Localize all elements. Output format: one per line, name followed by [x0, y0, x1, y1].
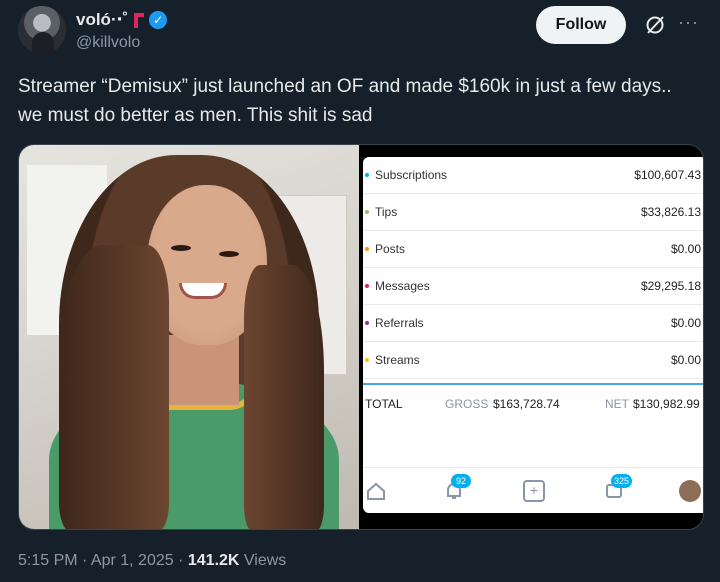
earnings-row: Tips $33,826.13 — [363, 194, 703, 231]
net-value: $130,982.99 — [633, 397, 700, 411]
tweet-media[interactable]: Subscriptions $100,607.43 Tips $33,826.13 Po… — [18, 144, 704, 530]
earnings-row-label: Tips — [375, 205, 398, 219]
tweet-text: Streamer “Demisux” just launched an OF a… — [18, 76, 672, 126]
earnings-row-label: Messages — [375, 279, 430, 293]
total-label: TOTAL — [365, 397, 403, 411]
earnings-total-row: TOTAL GROSS $163,728.74 NET $130,982.99 — [363, 383, 703, 423]
gross-label: GROSS — [445, 397, 489, 411]
earnings-row-label: Subscriptions — [375, 168, 448, 182]
tweet-meta: 5:15 PM · Apr 1, 2025 · 141.2K Views — [18, 552, 286, 570]
tweet-header: voló·‧˚ ✓ @killvolo Follow ··· — [18, 6, 708, 58]
earnings-row: Referrals $0.00 — [363, 305, 703, 342]
flag-icon — [134, 12, 145, 28]
net-label: NET — [605, 397, 629, 411]
earnings-bullet-icon — [365, 284, 369, 288]
earnings-row-amount: $0.00 — [670, 316, 701, 330]
earnings-bullet-icon — [365, 173, 369, 177]
author-display-name[interactable]: voló·‧˚ — [76, 10, 128, 30]
views-count: 141.2K — [187, 552, 240, 569]
earnings-row-label: Referrals — [375, 316, 424, 330]
earnings-row-label: Posts — [375, 242, 406, 256]
photo-neck — [169, 335, 239, 405]
earnings-screenshot[interactable]: Subscriptions $100,607.43 Tips $33,826.13 Po… — [363, 157, 703, 513]
verified-badge-icon: ✓ — [149, 11, 168, 29]
profile-avatar — [679, 480, 701, 502]
earnings-row: Streams $0.00 — [363, 342, 703, 379]
earnings-bullet-icon — [365, 247, 369, 251]
earnings-row: Subscriptions $100,607.43 — [363, 157, 703, 194]
earnings-row-amount: $0.00 — [670, 242, 701, 256]
photo-hair-front-left — [59, 245, 169, 529]
author-name-row: voló·‧˚ ✓ — [76, 9, 168, 31]
earnings-bullet-icon — [365, 358, 369, 362]
earnings-row: Messages $29,295.18 — [363, 268, 703, 305]
photo-hair-front-right — [244, 265, 324, 529]
add-post-icon: + — [523, 480, 545, 502]
messages-icon: 325 — [603, 474, 633, 502]
earnings-row-amount: $0.00 — [670, 353, 701, 367]
streamer-photo[interactable] — [19, 145, 359, 529]
author-handle[interactable]: @killvolo — [76, 34, 140, 52]
app-tab-bar: 92 + 325 — [363, 467, 703, 513]
earnings-row: Posts $0.00 — [363, 231, 703, 268]
home-icon — [367, 482, 385, 500]
views-label: Views — [239, 552, 287, 569]
notifications-icon: 92 — [443, 474, 471, 502]
gross-value: $163,728.74 — [493, 397, 560, 411]
earnings-bullet-icon — [365, 210, 369, 214]
earnings-row-amount: $29,295.18 — [640, 279, 701, 293]
author-avatar[interactable] — [18, 6, 66, 54]
messages-badge: 325 — [611, 474, 633, 488]
more-options-icon[interactable]: ··· — [678, 12, 699, 33]
follow-button[interactable]: Follow — [536, 6, 626, 44]
tweet-timestamp[interactable]: 5:15 PM · Apr 1, 2025 · — [18, 552, 188, 569]
earnings-row-amount: $33,826.13 — [640, 205, 701, 219]
earnings-row-label: Streams — [375, 353, 420, 367]
grok-icon[interactable] — [644, 14, 666, 36]
earnings-bullet-icon — [365, 321, 369, 325]
photo-eye-right — [219, 251, 239, 257]
photo-eye-left — [171, 245, 191, 251]
earnings-row-amount: $100,607.43 — [634, 168, 701, 182]
notifications-badge: 92 — [451, 474, 471, 488]
